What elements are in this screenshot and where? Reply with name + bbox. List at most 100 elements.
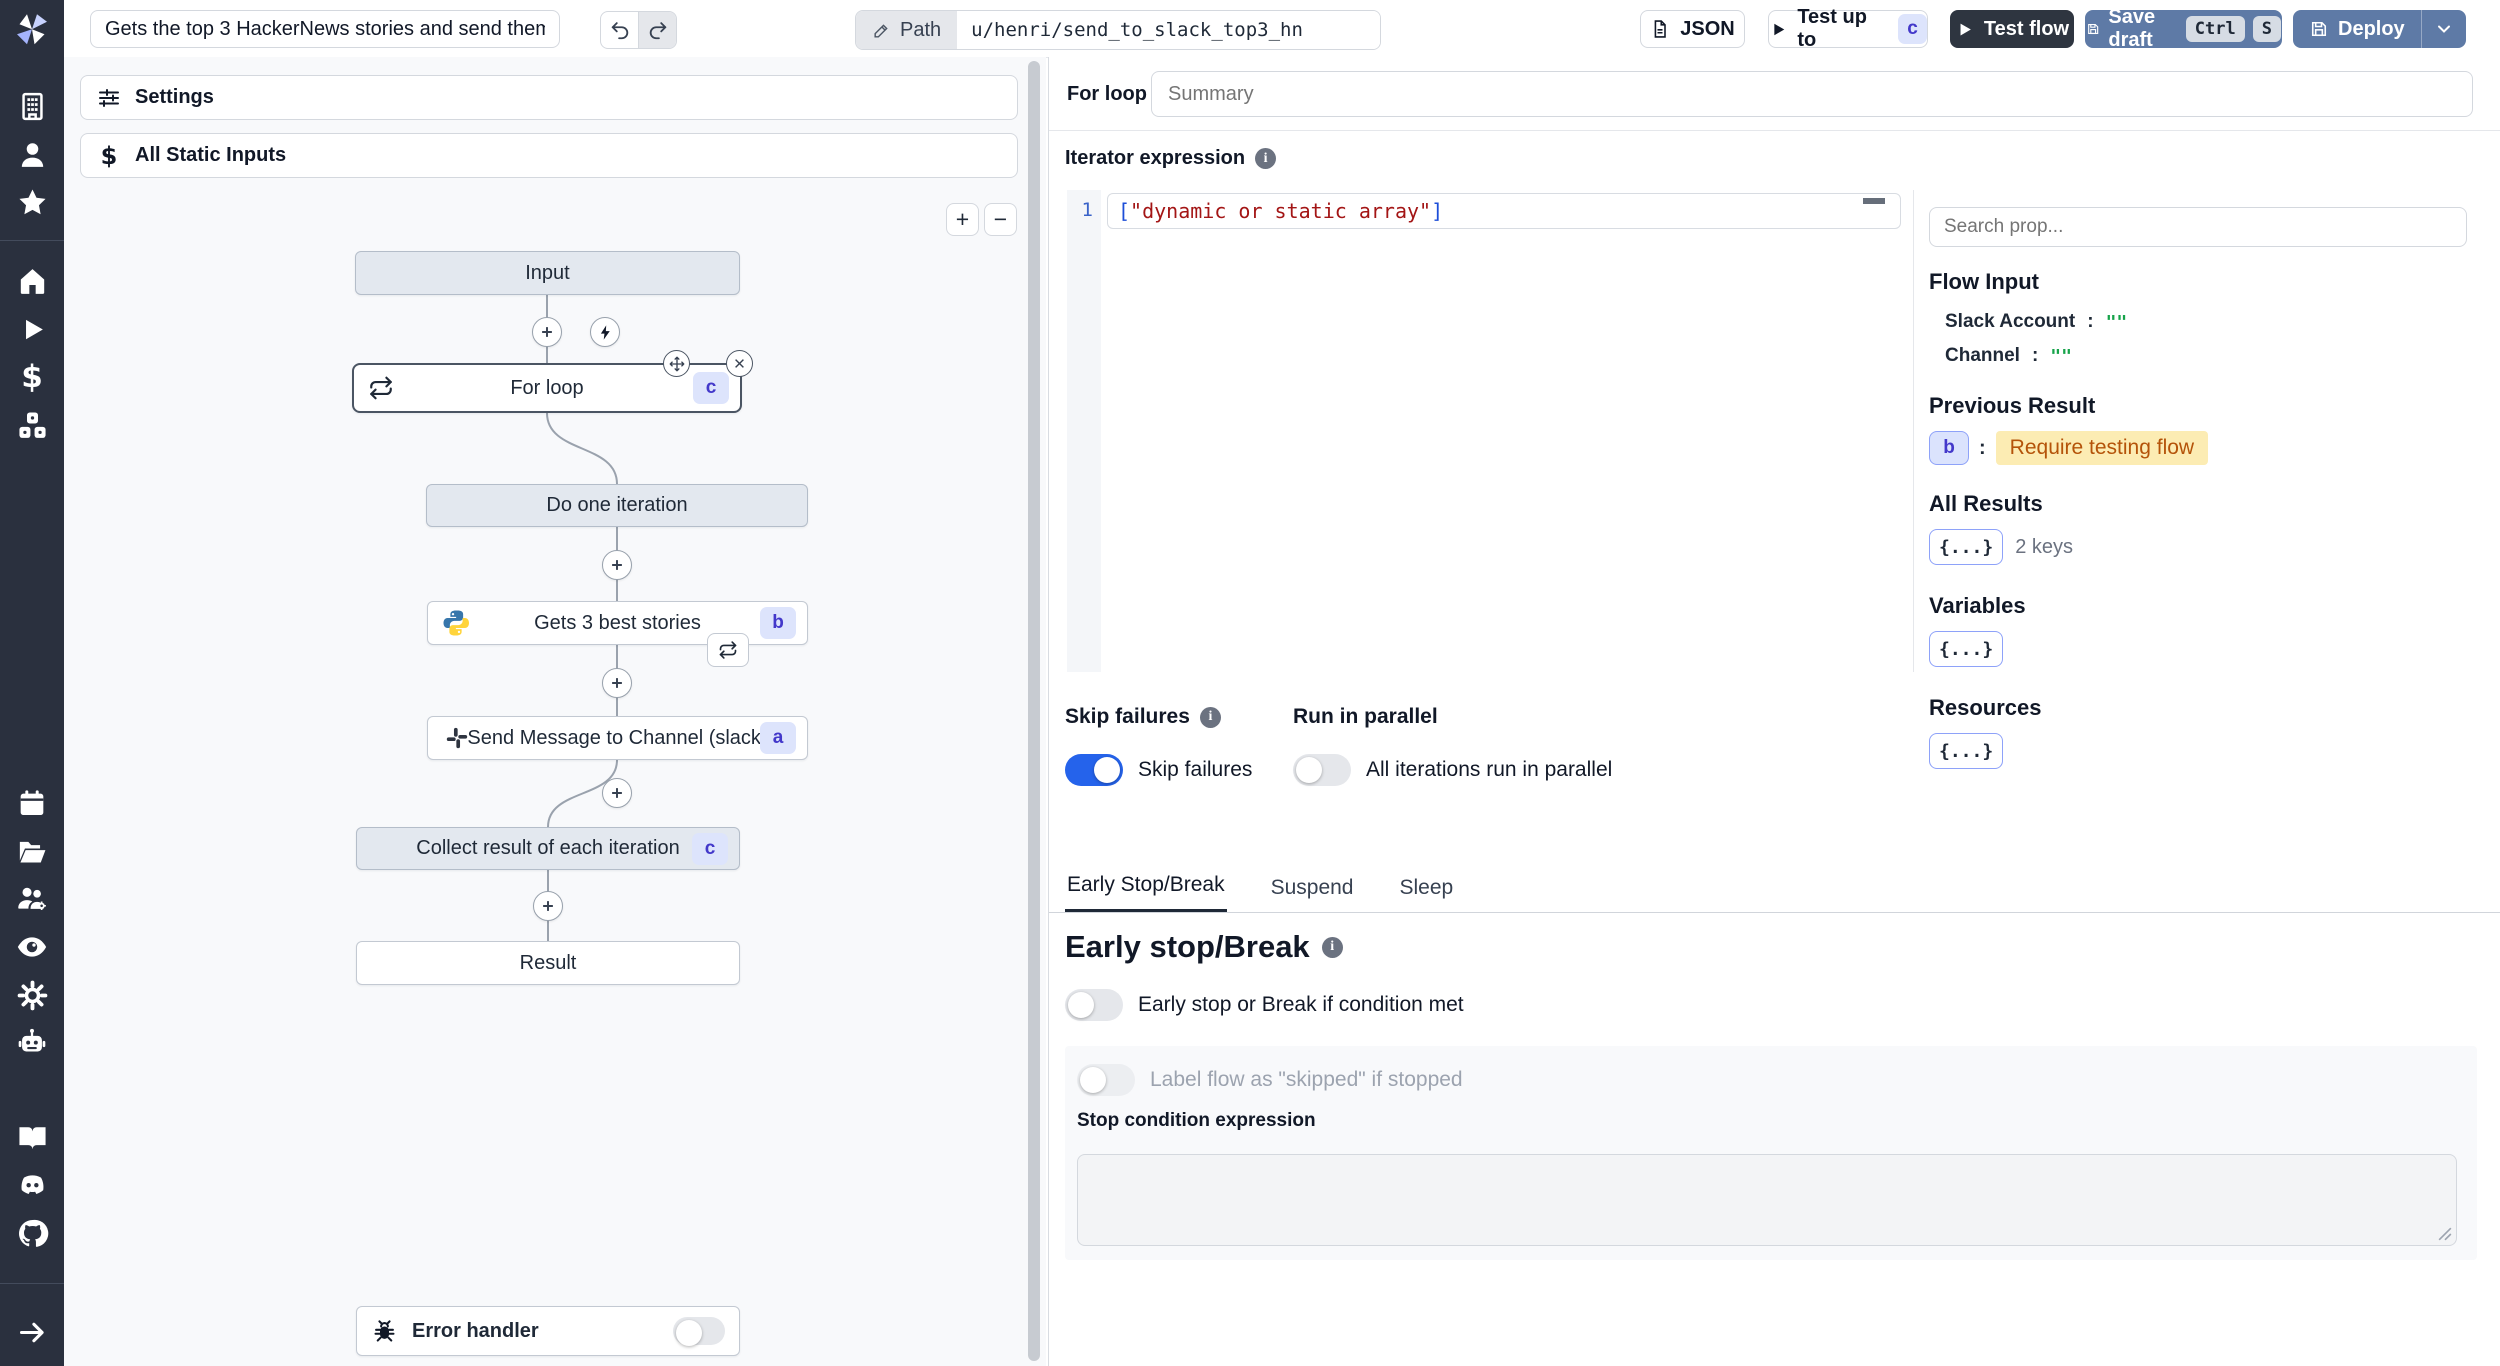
node-result[interactable]: Result <box>356 941 740 985</box>
delete-step-button[interactable] <box>726 350 753 377</box>
deploy-dropdown-button[interactable] <box>2420 10 2466 48</box>
sidebar-item-variables[interactable]: $ <box>0 353 64 401</box>
run-in-parallel-toggle[interactable] <box>1293 754 1351 786</box>
flow-input-heading: Flow Input <box>1929 269 2039 294</box>
robot-icon <box>18 1028 46 1052</box>
step-id-badge: c <box>693 372 729 404</box>
previous-step-badge[interactable]: b <box>1929 431 1969 465</box>
flow-input-row[interactable]: Slack Account : "" <box>1945 311 2474 333</box>
early-stop-heading: Early stop/Break <box>1065 929 1310 964</box>
sidebar-item-groups[interactable] <box>0 875 64 923</box>
plus-icon <box>542 327 552 337</box>
stop-condition-textarea[interactable] <box>1077 1154 2457 1246</box>
label-skipped-toggle[interactable] <box>1077 1064 1135 1096</box>
star-icon <box>18 188 46 214</box>
path-input[interactable] <box>957 11 1381 49</box>
book-icon <box>18 1126 46 1149</box>
play-icon <box>1774 23 1785 35</box>
resources-object-chip[interactable]: {...} <box>1929 733 2004 769</box>
early-stop-disabled-panel: Label flow as "skipped" if stopped Stop … <box>1065 1046 2477 1260</box>
editor-line-number: 1 <box>1081 199 1093 221</box>
node-do-one-iteration[interactable]: Do one iteration <box>426 484 808 527</box>
node-error-handler[interactable]: Error handler <box>356 1306 740 1356</box>
move-step-button[interactable] <box>663 350 690 377</box>
skip-failures-toggle[interactable] <box>1065 754 1123 786</box>
sidebar-item-github[interactable] <box>0 1209 64 1257</box>
sidebar-item-workers[interactable] <box>0 1019 64 1067</box>
windmill-logo[interactable] <box>0 0 64 56</box>
undo-button[interactable] <box>601 12 638 48</box>
variables-object-chip[interactable]: {...} <box>1929 631 2004 667</box>
plus-icon <box>612 560 622 570</box>
sidebar-expand-button[interactable] <box>0 1308 64 1356</box>
sidebar-item-folders[interactable] <box>0 827 64 875</box>
sidebar-item-schedules[interactable] <box>0 779 64 827</box>
search-prop-input[interactable] <box>1929 207 2467 247</box>
redo-button[interactable] <box>638 12 676 48</box>
resize-handle-icon[interactable] <box>2438 1227 2452 1241</box>
editor-minimap-slider[interactable] <box>1863 198 1885 204</box>
sidebar-item-docs[interactable] <box>0 1113 64 1161</box>
flow-title-input[interactable] <box>90 10 560 48</box>
node-input[interactable]: Input <box>355 251 740 295</box>
canvas-scrollbar[interactable] <box>1028 61 1040 1361</box>
add-step-button[interactable] <box>532 317 562 347</box>
add-step-button[interactable] <box>533 891 563 921</box>
add-step-button[interactable] <box>602 778 632 808</box>
close-icon <box>735 359 744 368</box>
info-icon[interactable] <box>1321 936 1343 958</box>
test-flow-button[interactable]: Test flow <box>1950 10 2074 48</box>
kbd-s: S <box>2252 16 2281 42</box>
add-step-button[interactable] <box>602 668 632 698</box>
info-icon[interactable] <box>1255 148 1277 169</box>
file-json-icon <box>1654 20 1667 38</box>
sidebar-item-resources[interactable] <box>0 401 64 449</box>
sidebar-item-runs[interactable] <box>0 305 64 353</box>
variables-heading: Variables <box>1929 593 2026 618</box>
restart-iteration-button[interactable] <box>707 633 749 667</box>
all-results-heading: All Results <box>1929 491 2043 516</box>
sidebar-item-favorites[interactable] <box>0 178 64 226</box>
sidebar-item-user[interactable] <box>0 130 64 178</box>
error-handler-toggle[interactable] <box>673 1317 725 1346</box>
play-icon <box>1960 23 1971 35</box>
arrow-right-icon <box>19 1322 44 1342</box>
json-button[interactable]: JSON <box>1640 10 1745 48</box>
node-collect-result[interactable]: Collect result of each iteration c <box>356 827 740 870</box>
node-gets-3-best-stories[interactable]: Gets 3 best stories b <box>427 601 808 645</box>
add-trigger-button[interactable] <box>590 317 620 347</box>
save-draft-button[interactable]: Save draft Ctrl S <box>2085 6 2282 51</box>
flow-canvas[interactable]: Settings $ All Static Inputs + − Input F… <box>64 57 1046 1366</box>
all-results-object-chip[interactable]: {...} <box>1929 529 2004 565</box>
sidebar-item-home[interactable] <box>0 257 64 305</box>
flow-input-row[interactable]: Channel : "" <box>1945 345 2474 367</box>
move-icon <box>669 356 684 371</box>
add-step-button[interactable] <box>602 550 632 580</box>
previous-result-heading: Previous Result <box>1929 393 2096 418</box>
sidebar-item-discord[interactable] <box>0 1161 64 1209</box>
early-stop-toggle[interactable] <box>1065 989 1123 1021</box>
eye-icon <box>17 937 47 957</box>
sidebar-item-settings[interactable] <box>0 971 64 1019</box>
tab-early-stop-break[interactable]: Early Stop/Break <box>1065 873 1227 912</box>
test-up-to-button[interactable]: Test up to c <box>1768 6 1928 51</box>
sidebar-item-workspace[interactable] <box>0 82 64 130</box>
folder-icon <box>19 841 45 862</box>
iterator-expression-editor[interactable]: 1 ["dynamic or static array"] <box>1067 190 1907 672</box>
tab-suspend[interactable]: Suspend <box>1269 876 1356 912</box>
deploy-button[interactable]: Deploy <box>2293 10 2421 48</box>
path-label[interactable]: Path <box>856 11 958 49</box>
user-icon <box>21 142 43 167</box>
info-icon[interactable] <box>1199 706 1221 728</box>
editor-current-line[interactable]: ["dynamic or static array"] <box>1107 193 1901 229</box>
kbd-ctrl: Ctrl <box>2185 16 2245 42</box>
sidebar-item-audit-logs[interactable] <box>0 923 64 971</box>
summary-input[interactable] <box>1151 71 2473 117</box>
iterator-expression-label: Iterator expression <box>1065 147 1246 169</box>
step-id-badge: c <box>692 832 728 865</box>
sidebar-divider <box>0 240 64 241</box>
windmill-logo-icon <box>17 14 47 45</box>
node-send-message-slack[interactable]: Send Message to Channel (slack) a <box>427 716 808 760</box>
sidebar-divider <box>0 1283 64 1284</box>
tab-sleep[interactable]: Sleep <box>1397 876 1455 912</box>
